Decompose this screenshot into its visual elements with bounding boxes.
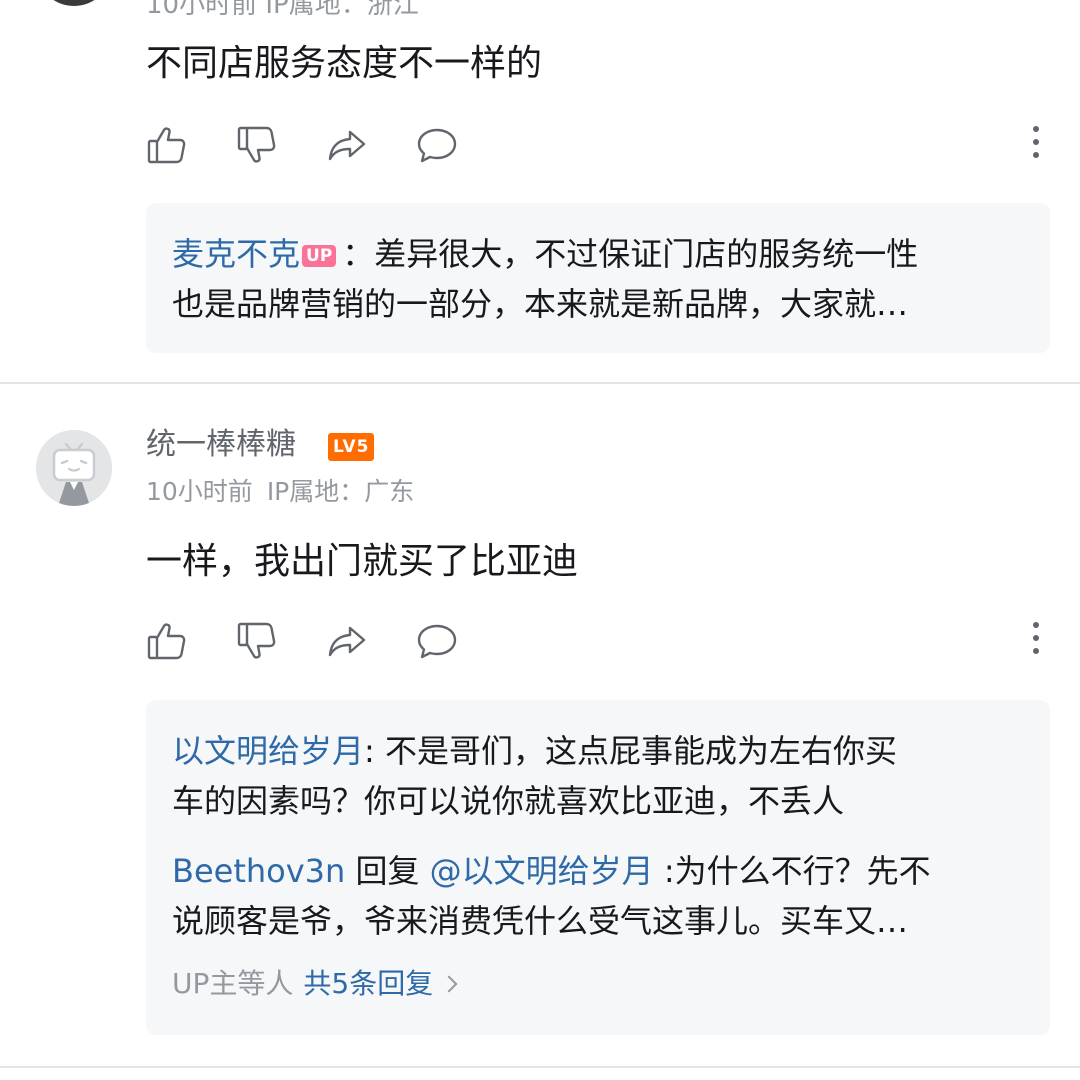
avatar[interactable] — [36, 0, 112, 6]
mention-link[interactable]: @以文明给岁月 — [430, 852, 654, 890]
reply-text-continued: 说顾客是爷，爷来消费凭什么受气这事儿。买车又… — [172, 902, 909, 940]
chevron-right-icon — [440, 975, 458, 993]
reply-username[interactable]: 麦克不克 — [172, 235, 300, 273]
reply-footer[interactable]: UP主等人 共5条回复 — [172, 964, 458, 1004]
reply-username[interactable]: 以文明给岁月 — [172, 732, 364, 770]
reply-preview-box[interactable]: 麦克不克 UP ：差异很大，不过保证门店的服务统一性 也是品牌营销的一部分，本来就是… — [146, 203, 1050, 353]
comment-divider — [0, 382, 1080, 384]
reply-text: : 不是哥们，这点屁事能成为左右你买 — [364, 732, 897, 770]
level-badge: LV5 — [328, 433, 375, 461]
share-icon[interactable] — [326, 620, 368, 662]
share-icon[interactable] — [326, 124, 368, 166]
reply-icon[interactable] — [416, 124, 458, 166]
comment-text: 一样，我出门就买了比亚迪 — [146, 541, 579, 582]
like-icon[interactable] — [146, 620, 188, 662]
dislike-icon[interactable] — [236, 620, 278, 662]
reply-line: 麦克不克 UP ：差异很大，不过保证门店的服务统一性 — [172, 229, 1012, 279]
reply-line: Beethov3n 回复 @以文明给岁月 :为什么不行？先不 — [172, 846, 1012, 896]
more-icon[interactable] — [1026, 622, 1046, 660]
reply-word: 回复 — [345, 852, 430, 890]
up-badge: UP — [302, 245, 337, 267]
comment-ip: IP属地：广东 — [266, 477, 415, 506]
reply-footer-prefix: UP主等人 — [172, 967, 294, 1000]
comment-divider — [0, 1066, 1080, 1068]
dislike-icon[interactable] — [236, 124, 278, 166]
like-icon[interactable] — [146, 124, 188, 166]
reply-username[interactable]: Beethov3n — [172, 852, 345, 890]
reply-preview-box[interactable]: 以文明给岁月: 不是哥们，这点屁事能成为左右你买 车的因素吗？你可以说你就喜欢比… — [146, 700, 1050, 1035]
avatar[interactable] — [36, 430, 112, 506]
comment-time: 10小时前 — [146, 477, 253, 506]
reply-text: :为什么不行？先不 — [653, 852, 931, 890]
more-icon[interactable] — [1026, 126, 1046, 164]
comment-username[interactable]: 统一棒棒糖 — [146, 424, 296, 466]
view-replies-link[interactable]: 共5条回复 — [303, 967, 433, 1000]
comment-meta: 10小时前 IP属地：浙江 — [146, 0, 419, 20]
reply-line: 以文明给岁月: 不是哥们，这点屁事能成为左右你买 — [172, 726, 1012, 776]
comment-action-bar — [146, 124, 1046, 172]
comment-meta: 10小时前 IP属地：广东 — [146, 474, 414, 510]
reply-icon[interactable] — [416, 620, 458, 662]
comment-action-bar — [146, 620, 1046, 668]
reply-text: ：差异很大，不过保证门店的服务统一性 — [342, 235, 919, 273]
reply-text-continued: 也是品牌营销的一部分，本来就是新品牌，大家就… — [172, 285, 909, 323]
comment-text: 不同店服务态度不一样的 — [146, 43, 543, 84]
reply-text-continued: 车的因素吗？你可以说你就喜欢比亚迪，不丢人 — [172, 782, 845, 820]
